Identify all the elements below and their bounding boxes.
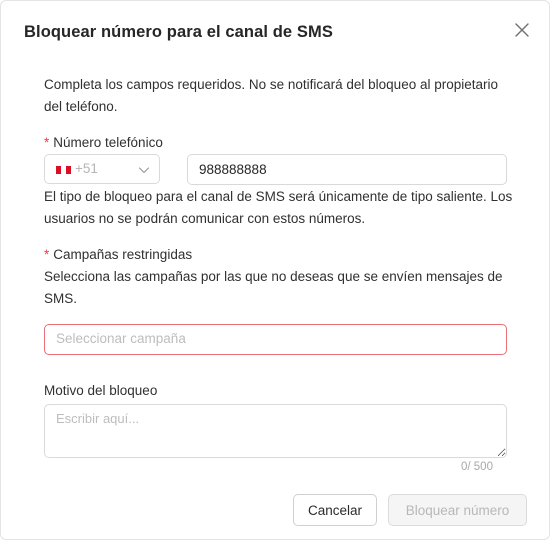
dialog-description: Completa los campos requeridos. No se no…: [44, 77, 499, 114]
required-mark: *: [44, 135, 50, 150]
block-number-dialog: Bloquear número para el canal de SMS Com…: [0, 0, 550, 540]
phone-number-input[interactable]: [187, 154, 507, 185]
campaigns-description: Selecciona las campañas por las que no d…: [44, 269, 503, 306]
cancel-button[interactable]: Cancelar: [293, 494, 377, 526]
peru-flag-icon: [56, 166, 71, 174]
country-code: +51: [75, 161, 98, 176]
campaign-select[interactable]: Seleccionar campaña: [44, 324, 507, 355]
dialog-title: Bloquear número para el canal de SMS: [24, 23, 333, 41]
block-type-info: El tipo de bloqueo para el canal de SMS …: [44, 189, 513, 226]
character-counter: 0/ 500: [461, 461, 493, 473]
phone-label: * Número telefónico: [44, 132, 163, 154]
block-number-button[interactable]: Bloquear número: [388, 494, 527, 526]
phone-label-text: Número telefónico: [53, 135, 163, 150]
campaign-select-placeholder: Seleccionar campaña: [56, 331, 186, 346]
country-code-select[interactable]: +51: [44, 154, 160, 184]
required-mark: *: [44, 247, 50, 262]
close-icon[interactable]: [513, 21, 531, 39]
reason-textarea[interactable]: [44, 404, 507, 458]
reason-label: Motivo del bloqueo: [44, 383, 158, 398]
chevron-down-icon: [138, 163, 150, 181]
campaigns-label-text: Campañas restringidas: [53, 247, 193, 262]
campaigns-label: * Campañas restringidas: [44, 244, 192, 266]
